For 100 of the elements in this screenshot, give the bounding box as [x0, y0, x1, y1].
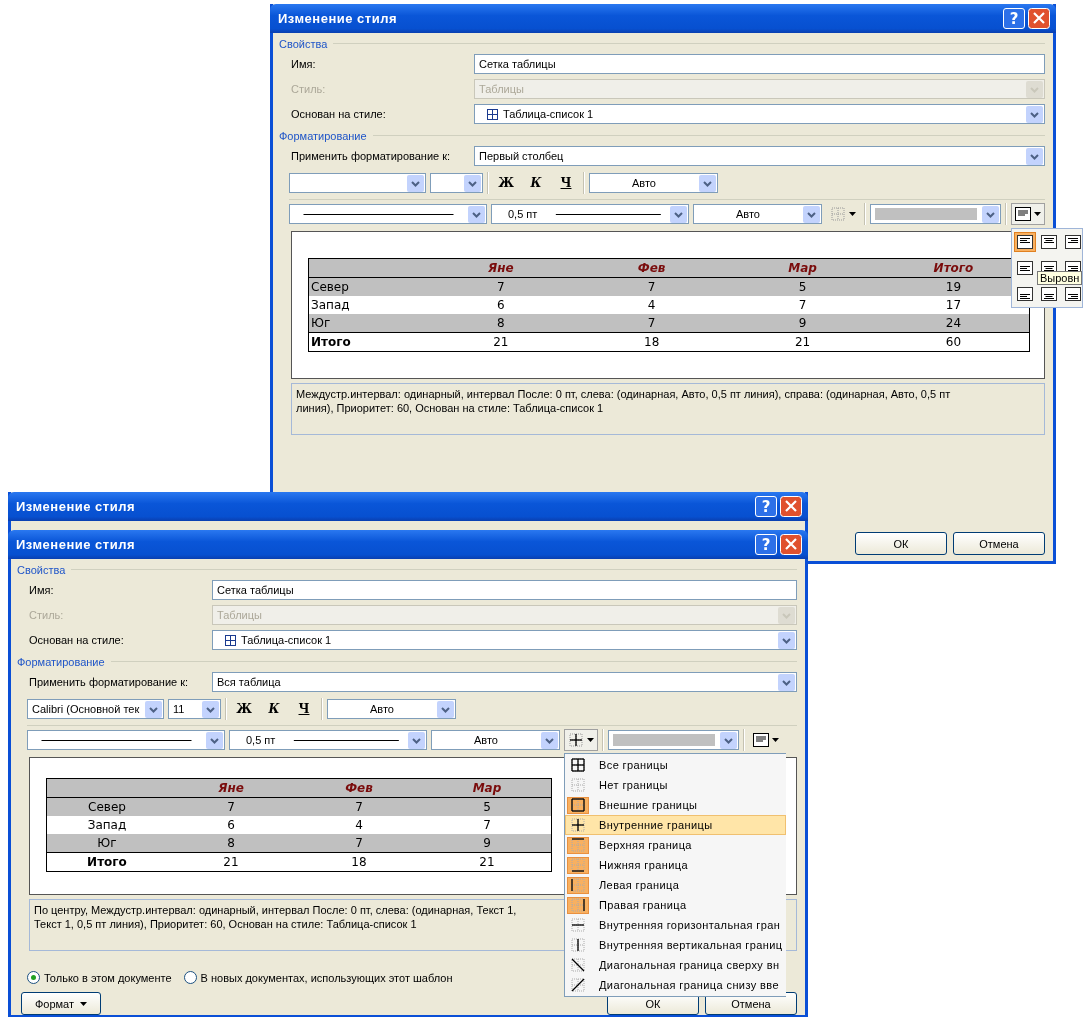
chevron-down-icon — [778, 673, 795, 691]
ok-button[interactable]: ОК — [855, 532, 947, 555]
table-cell: 6 — [425, 296, 577, 314]
alignment-option[interactable] — [1038, 232, 1060, 252]
menu-item[interactable]: Левая граница — [565, 875, 786, 895]
format-button[interactable]: Формат — [21, 992, 101, 1015]
border-inside-icon — [570, 817, 586, 833]
tooltip: Выровн — [1037, 271, 1083, 285]
borders-button[interactable] — [564, 729, 598, 751]
radio-option[interactable]: В новых документах, использующих этот шаблон — [183, 971, 453, 984]
bold-button[interactable]: Ж — [231, 698, 257, 720]
caret-icon — [587, 738, 594, 742]
chevron-down-icon — [206, 731, 223, 749]
alignment-option[interactable] — [1038, 284, 1060, 304]
alignment-button[interactable] — [1011, 203, 1045, 225]
font-select[interactable] — [289, 173, 426, 193]
alignment-option[interactable] — [1014, 284, 1036, 304]
align-bottom-center-icon — [1041, 287, 1057, 301]
menu-item[interactable]: Правая граница — [565, 895, 786, 915]
shading-select[interactable] — [608, 730, 739, 750]
menu-item[interactable]: Внутренняя вертикальная границ — [565, 935, 786, 955]
menu-item[interactable]: Внешние границы — [565, 795, 786, 815]
border-grid-icon — [830, 206, 846, 222]
line-color-select[interactable]: Авто — [431, 730, 560, 750]
align-top-right-icon — [1065, 235, 1081, 249]
alignment-option[interactable] — [1014, 258, 1036, 278]
table-header-cell: Яне — [167, 778, 295, 798]
table-cell: Юг — [46, 834, 167, 853]
help-button[interactable]: ? — [1003, 8, 1025, 29]
table-cell: 9 — [727, 314, 878, 333]
align-bottom-left-icon — [1017, 287, 1033, 301]
section-heading: Свойства — [279, 37, 328, 50]
align-top-center-icon — [1041, 235, 1057, 249]
help-button[interactable]: ? — [755, 534, 777, 555]
chevron-down-icon — [468, 205, 485, 223]
table-icon — [487, 108, 498, 120]
line-style-select[interactable] — [289, 204, 487, 224]
font-size-select[interactable]: 11 — [168, 699, 221, 719]
italic-button[interactable]: К — [523, 172, 549, 194]
align-top-left-icon — [1017, 235, 1033, 249]
cancel-button[interactable]: Отмена — [953, 532, 1045, 555]
table-cell: 21 — [425, 332, 577, 352]
caret-icon — [80, 1001, 88, 1006]
underline-button[interactable]: Ч — [553, 172, 579, 194]
menu-item[interactable]: Верхняя граница — [565, 835, 786, 855]
alignment-option[interactable] — [1014, 232, 1036, 252]
chevron-down-icon — [1026, 105, 1043, 123]
border-right-icon — [570, 897, 586, 913]
font-size-select[interactable] — [430, 173, 483, 193]
table-cell: 7 — [423, 816, 552, 834]
italic-button[interactable]: К — [261, 698, 287, 720]
based-on-select[interactable]: Таблица-список 1 — [474, 104, 1045, 124]
alignment-option[interactable] — [1062, 232, 1083, 252]
underline-button[interactable]: Ч — [291, 698, 317, 720]
caret-icon — [772, 738, 779, 742]
chevron-down-icon — [407, 174, 424, 192]
line-style-select[interactable] — [27, 730, 225, 750]
font-color-select[interactable]: Авто — [589, 173, 718, 193]
table-header-cell: Яне — [425, 258, 577, 278]
menu-item[interactable]: Внутренние границы — [565, 815, 786, 835]
close-icon[interactable] — [1028, 8, 1050, 29]
shading-select[interactable] — [870, 204, 1001, 224]
table-cell: 8 — [425, 314, 577, 333]
field-label: Имя: — [291, 58, 317, 70]
name-field[interactable]: Сетка таблицы — [212, 580, 797, 600]
help-button[interactable]: ? — [755, 496, 777, 517]
table-cell: 24 — [878, 314, 1030, 333]
menu-item[interactable]: Все границы — [565, 755, 786, 775]
based-on-select[interactable]: Таблица-список 1 — [212, 630, 797, 650]
table-cell: 18 — [295, 852, 423, 872]
menu-item[interactable]: Диагональная граница сверху вн — [565, 955, 786, 975]
close-icon[interactable] — [780, 534, 802, 555]
chevron-down-icon — [670, 205, 687, 223]
close-icon[interactable] — [780, 496, 802, 517]
table-cell: 6 — [167, 816, 295, 834]
menu-item[interactable]: Диагональная граница снизу вве — [565, 975, 786, 995]
field-label: Стиль: — [29, 609, 65, 621]
apply-to-select[interactable]: Первый столбец — [474, 146, 1045, 166]
apply-to-select[interactable]: Вся таблица — [212, 672, 797, 692]
line-width-select[interactable]: 0,5 пт — [229, 730, 427, 750]
border-left-icon — [570, 877, 586, 893]
table-header-cell: Фев — [295, 778, 423, 798]
border-outside-icon — [570, 797, 586, 813]
table-cell: Итого — [46, 852, 167, 872]
line-width-select[interactable]: 0,5 пт — [491, 204, 689, 224]
menu-item[interactable]: Нет границы — [565, 775, 786, 795]
name-field[interactable]: Сетка таблицы — [474, 54, 1045, 74]
chevron-down-icon — [437, 700, 454, 718]
alignment-option[interactable] — [1062, 284, 1083, 304]
menu-item[interactable]: Нижняя граница — [565, 855, 786, 875]
table-cell: 8 — [167, 834, 295, 853]
menu-item[interactable]: Внутренняя горизонтальная гран — [565, 915, 786, 935]
table-cell: 21 — [423, 852, 552, 872]
bold-button[interactable]: Ж — [493, 172, 519, 194]
radio-option[interactable]: Только в этом документе — [27, 971, 172, 984]
table-cell: 7 — [576, 314, 728, 333]
chevron-down-icon — [408, 731, 425, 749]
font-color-select[interactable]: Авто — [327, 699, 456, 719]
line-color-select[interactable]: Авто — [693, 204, 822, 224]
font-select[interactable]: Calibri (Основной тек — [27, 699, 164, 719]
